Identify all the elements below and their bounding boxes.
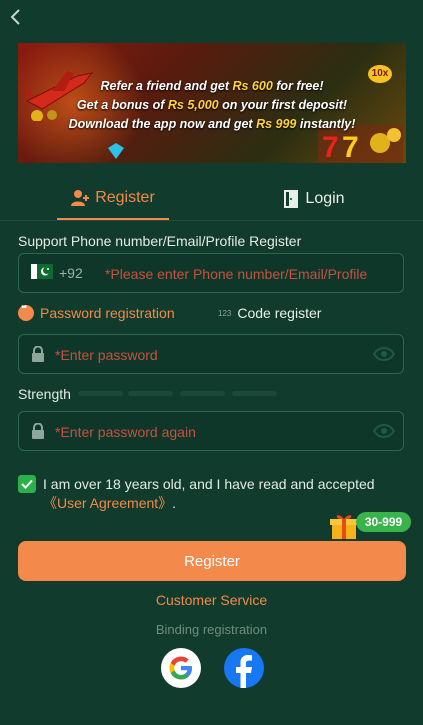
auth-tabs: Register Login bbox=[0, 178, 423, 220]
password-registration-label: Password registration bbox=[40, 305, 175, 321]
register-button[interactable]: Register bbox=[18, 541, 406, 581]
phone-field: +92 bbox=[18, 253, 404, 294]
strength-bar-4 bbox=[232, 391, 277, 396]
banner-line-3: Download the app now and get Rs 999 inst… bbox=[68, 117, 356, 131]
user-agreement-link[interactable]: 《User Agreement》 bbox=[43, 495, 172, 511]
checkmark-icon bbox=[21, 479, 33, 489]
pakistan-flag-icon bbox=[31, 264, 53, 279]
password-dots-icon bbox=[18, 302, 34, 321]
code-123-icon: 123 bbox=[218, 308, 232, 318]
gem-icon bbox=[108, 143, 124, 159]
agreement-period: . bbox=[172, 495, 177, 511]
strength-bar-3 bbox=[180, 391, 225, 396]
agree-checkbox[interactable] bbox=[18, 475, 36, 493]
eye-closed-icon[interactable] bbox=[373, 346, 395, 362]
bonus-badge: 30-999 bbox=[356, 512, 411, 532]
strength-label: Strength bbox=[18, 386, 71, 402]
tab-login[interactable]: Login bbox=[258, 178, 370, 220]
country-code[interactable]: +92 bbox=[59, 254, 83, 292]
svg-text:7: 7 bbox=[322, 131, 339, 163]
password-confirm-input[interactable] bbox=[53, 412, 367, 452]
svg-text:7: 7 bbox=[342, 131, 359, 163]
facebook-login-button[interactable] bbox=[224, 648, 264, 688]
login-door-icon bbox=[284, 190, 299, 208]
phone-email-input[interactable] bbox=[103, 254, 397, 294]
strength-bar-2 bbox=[128, 391, 173, 396]
password-confirm-field bbox=[18, 411, 404, 452]
google-login-button[interactable] bbox=[161, 648, 201, 688]
banner-line-2: Get a bonus of Rs 5,000 on your first de… bbox=[76, 98, 348, 112]
customer-service-link[interactable]: Customer Service bbox=[0, 592, 423, 608]
promo-banner[interactable]: 7 7 10x Refer a friend and get Rs 600 fo… bbox=[18, 43, 406, 163]
agreement-statement: I am over 18 years old, and I have read … bbox=[43, 476, 375, 492]
tab-register[interactable]: Register bbox=[57, 178, 169, 220]
password-field bbox=[18, 334, 404, 375]
tabs-divider bbox=[0, 220, 423, 221]
lock-icon bbox=[32, 423, 44, 439]
password-input[interactable] bbox=[53, 335, 367, 375]
code-register-option[interactable]: 123 Code register bbox=[218, 305, 321, 321]
password-registration-option[interactable]: Password registration bbox=[18, 302, 175, 321]
chevron-left-icon bbox=[10, 9, 20, 25]
code-register-label: Code register bbox=[237, 305, 322, 321]
google-icon bbox=[169, 656, 192, 680]
back-button[interactable] bbox=[6, 6, 26, 28]
binding-registration-label: Binding registration bbox=[155, 622, 268, 637]
add-user-icon bbox=[71, 190, 90, 206]
gift-icon bbox=[330, 515, 358, 539]
tab-register-label: Register bbox=[95, 189, 155, 206]
strength-bar-1 bbox=[78, 391, 123, 396]
phone-field-label: Support Phone number/Email/Profile Regis… bbox=[18, 233, 302, 249]
banner-line-1: Refer a friend and get Rs 600 for free! bbox=[100, 79, 324, 93]
tab-login-label: Login bbox=[305, 190, 345, 207]
facebook-icon bbox=[236, 655, 252, 688]
eye-closed-icon[interactable] bbox=[373, 423, 395, 439]
lock-icon bbox=[32, 346, 44, 362]
agreement-text: I am over 18 years old, and I have read … bbox=[43, 475, 413, 513]
